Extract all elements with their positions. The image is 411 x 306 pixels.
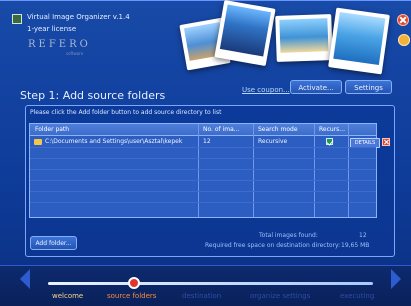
folder-icon	[34, 139, 42, 145]
total-images-value: 12	[359, 232, 367, 239]
brand-logo: REFERO	[28, 39, 91, 50]
nav-step-destination[interactable]: destination	[182, 292, 221, 300]
required-space-label: Required free space on destination direc…	[205, 242, 341, 249]
total-images-label: Total images found:	[259, 232, 318, 239]
nav-step-source-folders[interactable]: source folders	[107, 292, 156, 300]
settings-button[interactable]: Settings	[345, 80, 392, 94]
progress-indicator[interactable]	[128, 277, 140, 289]
minimize-button[interactable]	[398, 34, 410, 46]
row-divider	[30, 169, 376, 170]
folders-table: Folder path No. of ima... Search mode Re…	[29, 123, 390, 218]
use-coupon-link[interactable]: Use coupon...	[242, 86, 290, 94]
instruction-text: Please click the Add folder button to ad…	[30, 109, 222, 116]
row-divider	[30, 158, 376, 159]
decorative-photo	[275, 14, 333, 62]
image-count-cell: 12	[203, 138, 211, 145]
app-window: Virtual Image Organizer v.1.4 1-year lic…	[0, 0, 411, 306]
nav-step-organize-settings[interactable]: organize settings	[250, 292, 310, 300]
activate-button[interactable]: Activate...	[290, 80, 342, 94]
brand-subtitle: software	[66, 51, 84, 56]
app-icon	[12, 14, 22, 24]
chevron-right-icon[interactable]	[391, 269, 401, 289]
step-title: Step 1: Add source folders	[20, 89, 166, 102]
progress-track	[48, 282, 373, 285]
required-space-value: 19,65 MB	[341, 242, 370, 249]
wizard-navigation: welcome source folders destination organ…	[0, 265, 411, 306]
column-header-folder-path[interactable]: Folder path	[35, 126, 69, 133]
close-button[interactable]	[397, 14, 409, 26]
column-header-no-of-images[interactable]: No. of ima...	[203, 126, 239, 133]
decorative-photo	[214, 0, 276, 67]
column-header-search-mode[interactable]: Search mode	[258, 126, 298, 133]
chevron-left-icon[interactable]	[20, 269, 30, 289]
column-header-recursive[interactable]: Recurs...	[319, 126, 345, 133]
table-header: Folder path No. of ima... Search mode Re…	[30, 124, 376, 136]
source-folders-panel: Please click the Add folder button to ad…	[25, 105, 395, 257]
row-divider	[30, 191, 376, 192]
nav-step-welcome[interactable]: welcome	[52, 292, 83, 300]
remove-icon[interactable]	[382, 138, 390, 146]
window-title: Virtual Image Organizer v.1.4	[27, 13, 130, 21]
row-divider	[30, 147, 376, 148]
table-row[interactable]: C:\Documents and Settings\user\Asztal\ke…	[30, 136, 390, 148]
nav-step-executing[interactable]: executing	[340, 292, 374, 300]
add-folder-button[interactable]: Add folder...	[30, 236, 77, 250]
row-divider	[30, 202, 376, 203]
row-divider	[30, 180, 376, 181]
recursive-checkbox-icon[interactable]	[326, 138, 333, 145]
folder-path-cell: C:\Documents and Settings\user\Asztal\ke…	[45, 138, 183, 145]
decorative-photo	[328, 7, 390, 75]
license-text: 1-year license	[27, 25, 77, 33]
search-mode-cell[interactable]: Recursive	[258, 138, 287, 145]
